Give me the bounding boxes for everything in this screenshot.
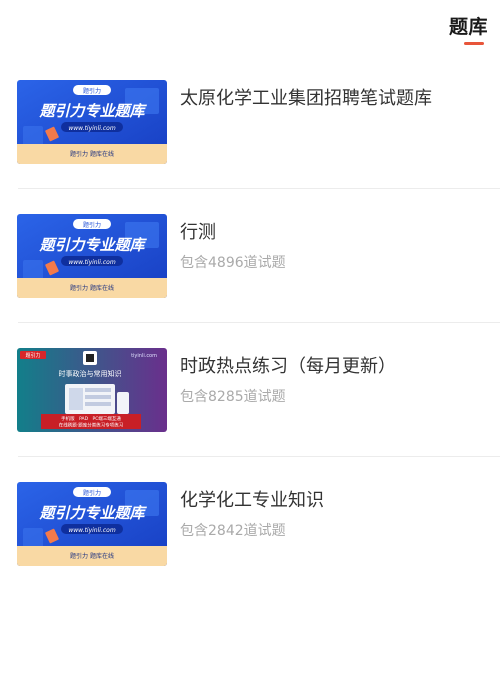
thumb-footer: 题引力 题库在线: [70, 150, 114, 158]
thumb-url: www.tiyinli.com: [68, 527, 115, 534]
thumb-logo: 题引力: [83, 489, 101, 497]
thumb-heading: 题引力专业题库: [38, 102, 147, 120]
active-tab-indicator: [464, 42, 484, 45]
thumbnail-image: 题引力 题引力专业题库 www.tiyinli.com 题引力 题库在线: [17, 482, 167, 566]
thumb-url: tiyinli.com: [131, 353, 157, 359]
list-item[interactable]: 题引力 题引力专业题库 www.tiyinli.com 题引力 题库在线 行测 …: [0, 189, 500, 323]
item-subtitle: 包含8285道试题: [180, 389, 286, 405]
item-subtitle: 包含4896道试题: [180, 255, 286, 271]
item-title: 时政热点练习（每月更新）: [180, 356, 396, 377]
item-title: 化学化工专业知识: [180, 490, 324, 511]
thumb-heading: 时事政治与常用知识: [59, 369, 122, 378]
thumb-footer: 题引力 题库在线: [70, 552, 114, 560]
thumb-logo: 题引力: [83, 87, 101, 95]
thumb-footer: 题引力 题库在线: [70, 284, 114, 292]
thumb-footer-line1: 手机版 PAD PC端三端互通: [61, 415, 121, 422]
thumb-footer-line2: 在线刷题·题库分类练习专项练习: [59, 422, 123, 429]
thumb-heading: 题引力专业题库: [38, 236, 147, 254]
thumb-url: www.tiyinli.com: [68, 125, 115, 132]
thumb-heading: 题引力专业题库: [38, 504, 147, 522]
thumb-url: www.tiyinli.com: [68, 259, 115, 266]
item-subtitle: 包含2842道试题: [180, 523, 286, 539]
thumbnail-image: 题引力 题引力专业题库 www.tiyinli.com 题引力 题库在线: [17, 80, 167, 164]
thumbnail-image: 题引力 题引力专业题库 www.tiyinli.com 题引力 题库在线: [17, 214, 167, 298]
list-item[interactable]: 题引力 题引力专业题库 www.tiyinli.com 题引力 题库在线 化学化…: [0, 457, 500, 591]
item-title: 太原化学工业集团招聘笔试题库: [180, 88, 432, 109]
item-title: 行测: [180, 222, 216, 243]
question-bank-list: 题引力 题引力专业题库 www.tiyinli.com 题引力 题库在线 太原化…: [0, 55, 500, 591]
thumb-tag: 题引力: [25, 352, 40, 359]
list-item[interactable]: 题引力 题引力专业题库 www.tiyinli.com 题引力 题库在线 太原化…: [0, 55, 500, 189]
tab-question-bank[interactable]: 题库: [449, 12, 488, 39]
thumbnail-image: 题引力 tiyinli.com 时事政治与常用知识 手机版 PAD PC端三端互…: [17, 348, 167, 432]
list-item[interactable]: 题引力 tiyinli.com 时事政治与常用知识 手机版 PAD PC端三端互…: [0, 323, 500, 457]
thumb-logo: 题引力: [83, 221, 101, 229]
tab-bar: 题库: [420, 0, 500, 50]
